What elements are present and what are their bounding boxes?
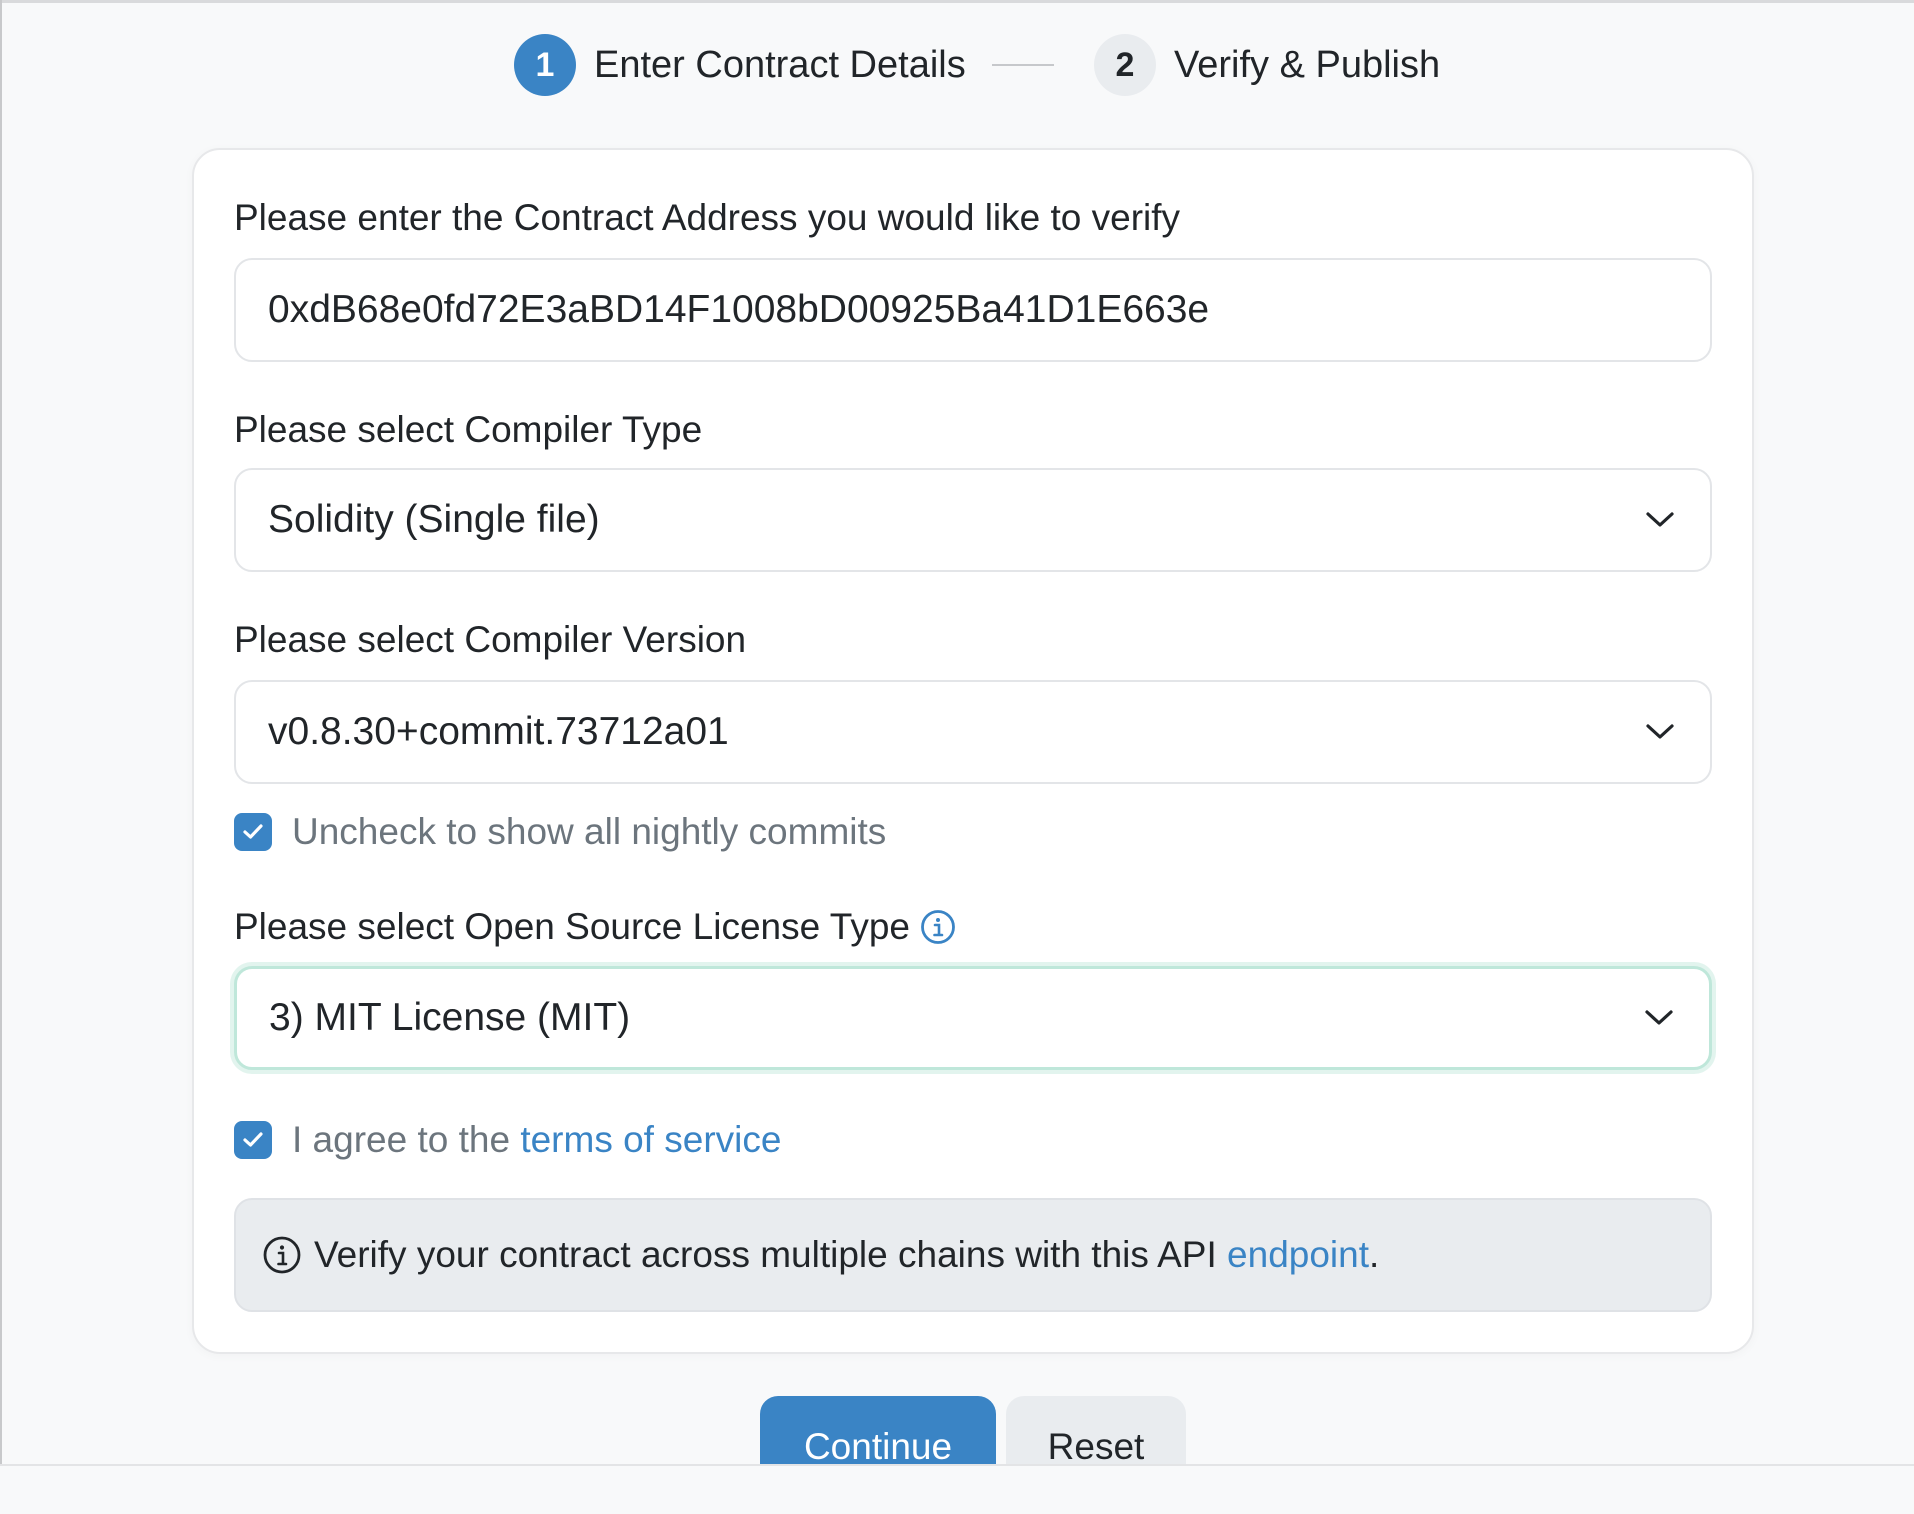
window-bottom-bar	[0, 1464, 1914, 1514]
step-1-number: 1	[514, 34, 576, 96]
progress-stepper: 1 Enter Contract Details 2 Verify & Publ…	[0, 34, 1914, 96]
terms-checkbox[interactable]	[234, 1121, 272, 1159]
step-2-number: 2	[1094, 34, 1156, 96]
step-divider	[992, 64, 1054, 66]
info-circle-icon	[262, 1235, 302, 1275]
compiler-type-select[interactable]: Solidity (Single file)	[234, 468, 1712, 572]
nightly-commits-checkbox[interactable]	[234, 813, 272, 851]
step-enter-contract-details: 1 Enter Contract Details	[514, 34, 966, 96]
terms-prefix: I agree to the	[292, 1119, 521, 1160]
window-left-border	[0, 0, 2, 1514]
step-verify-publish: 2 Verify & Publish	[1094, 34, 1440, 96]
license-type-label: Please select Open Source License Type	[234, 906, 911, 947]
endpoint-link[interactable]: endpoint	[1227, 1234, 1369, 1276]
checkmark-icon	[243, 1132, 263, 1147]
license-type-label-row: Please select Open Source License Type	[234, 904, 956, 950]
step-1-label: Enter Contract Details	[594, 43, 966, 86]
terms-row: I agree to the terms of service	[234, 1119, 781, 1161]
compiler-version-select[interactable]: v0.8.30+commit.73712a01	[234, 680, 1712, 784]
checkmark-icon	[243, 824, 263, 839]
info-circle-icon[interactable]	[920, 909, 956, 945]
compiler-version-label: Please select Compiler Version	[234, 619, 747, 660]
contract-address-value: 0xdB68e0fd72E3aBD14F1008bD00925Ba41D1E66…	[268, 288, 1210, 331]
contract-address-label: Please enter the Contract Address you wo…	[234, 197, 1181, 238]
chevron-down-icon	[1641, 1000, 1677, 1036]
chevron-down-icon	[1642, 502, 1678, 538]
license-type-select[interactable]: 3) MIT License (MIT)	[234, 966, 1712, 1070]
window-top-border	[0, 0, 1914, 3]
license-type-value: 3) MIT License (MIT)	[269, 996, 631, 1039]
step-2-label: Verify & Publish	[1174, 43, 1441, 86]
contract-address-input[interactable]: 0xdB68e0fd72E3aBD14F1008bD00925Ba41D1E66…	[234, 258, 1712, 362]
compiler-version-value: v0.8.30+commit.73712a01	[268, 710, 729, 753]
alert-suffix: .	[1369, 1234, 1380, 1275]
alert-text: Verify your contract across multiple cha…	[314, 1234, 1228, 1275]
compiler-type-value: Solidity (Single file)	[268, 498, 600, 541]
nightly-commits-row: Uncheck to show all nightly commits	[234, 811, 887, 852]
api-endpoint-alert: Verify your contract across multiple cha…	[234, 1198, 1712, 1312]
nightly-commits-label: Uncheck to show all nightly commits	[292, 811, 887, 852]
chevron-down-icon	[1642, 714, 1678, 750]
terms-of-service-link[interactable]: terms of service	[520, 1119, 781, 1161]
compiler-type-label: Please select Compiler Type	[234, 409, 703, 450]
